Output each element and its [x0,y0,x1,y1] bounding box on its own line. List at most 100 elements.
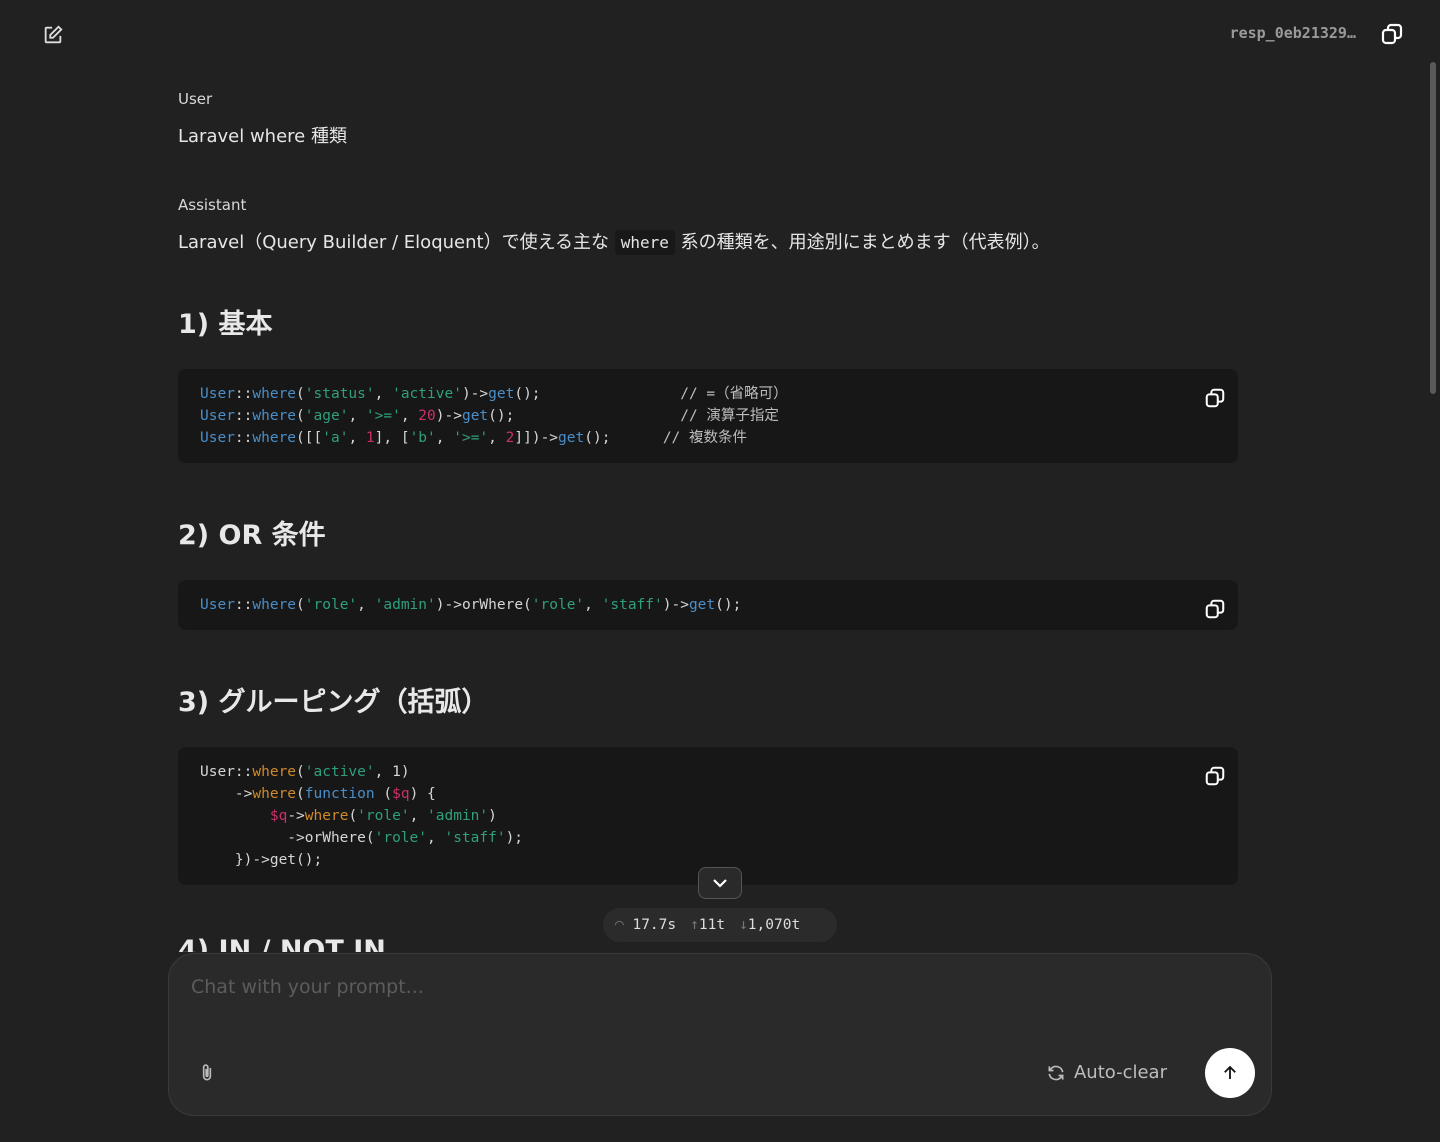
send-button[interactable] [1205,1048,1255,1098]
code-token: ( [348,808,358,824]
code-token: ); [505,830,524,846]
code-token: :: [234,430,253,446]
code-token: , [488,430,506,446]
code-block: User::where('role', 'admin')->orWhere('r… [178,580,1238,630]
code-token: 'active' [392,386,462,402]
auto-clear-label: Auto-clear [1073,1062,1167,1083]
code-token: User [200,597,235,613]
code-token: 'admin' [427,808,489,824]
stat-tokens-out: ↓1,070t [739,917,801,933]
code-token: })->get(); [200,852,323,868]
code-token: where [252,597,297,613]
new-chat-icon[interactable] [42,24,64,46]
code-token: where [252,786,297,802]
arrow-up-icon: ↑ [690,917,699,933]
code-token: get [688,597,716,613]
code-token: get [488,386,515,402]
code-token: , [435,430,454,446]
code-line: User::where('active', 1) [200,761,1216,783]
scroll-down-button[interactable] [698,867,742,899]
code-line: ->orWhere('role', 'staff'); [200,827,1216,849]
code-line: User::where([['a', 1], ['b', '>=', 2]])-… [200,427,1216,449]
code-token: ]])-> [514,430,559,446]
code-token: , [374,386,393,402]
intro-text: Laravel（Query Builder / Eloquent）で使える主な [178,232,615,253]
code-token: , [427,830,445,846]
code-token: User:: [200,764,253,780]
code-token: (); [715,597,742,613]
code-token: :: [234,386,253,402]
section-heading: 2) OR 条件 [178,520,326,551]
code-token: , 1) [374,764,410,780]
section-heading: 1) 基本 [178,309,273,340]
code-token: // 演算子指定 [680,408,779,424]
code-token: 'status' [304,386,375,402]
code-token: where [252,386,297,402]
code-token: where [304,808,349,824]
code-token: )-> [662,597,689,613]
response-id: resp_0eb21329… [1229,24,1356,42]
refresh-icon [1048,1065,1064,1080]
code-block: User::where('active', 1) ->where(functio… [178,747,1238,885]
code-token: ( [296,764,305,780]
code-token: where [252,764,297,780]
code-token: get [461,408,489,424]
code-token: :: [234,597,253,613]
code-token: )-> [435,408,462,424]
code-token: (); [584,430,663,446]
code-token: 'staff' [601,597,663,613]
prompt-input[interactable]: Chat with your prompt... [191,976,424,998]
code-token: '>=' [453,430,489,446]
code-token: (); [488,408,681,424]
role-label-user: User [178,90,213,108]
response-stats: ◠ 17.7s ↑11t ↓1,070t [603,908,837,942]
chat-composer[interactable]: Chat with your prompt... Auto-clear [168,953,1272,1116]
code-token: ) { [409,786,436,802]
copy-icon[interactable] [1380,22,1404,46]
section-heading: 3) グルーピング（括弧） [178,687,489,718]
code-token: 'role' [304,597,358,613]
intro-text: 系の種類を、用途別にまとめます（代表例）。 [674,232,1050,253]
code-token: User [200,430,235,446]
code-token: where [252,430,297,446]
paperclip-icon[interactable] [197,1062,217,1084]
code-token: (); [514,386,681,402]
auto-clear-toggle[interactable]: Auto-clear [1046,1062,1167,1083]
code-token: 20 [418,408,436,424]
code-token: )->orWhere( [435,597,532,613]
scrollbar[interactable] [1430,62,1436,394]
code-token: 'role' [374,830,427,846]
code-token: 'role' [531,597,585,613]
code-token: // 複数条件 [662,430,748,446]
code-token: $q [392,786,410,802]
code-line: ->where(function ($q) { [200,783,1216,805]
code-token: ], [ [374,430,410,446]
copy-code-icon[interactable] [1204,387,1226,409]
code-token: 'b' [409,430,436,446]
code-token: // =（省略可） [680,386,788,402]
code-token: , [400,408,419,424]
code-token: ( [296,597,305,613]
code-line: User::where('role', 'admin')->orWhere('r… [200,594,1216,616]
code-token: get [558,430,585,446]
code-token: ( [296,386,305,402]
arrow-down-icon: ↓ [739,917,748,933]
code-token: '>=' [365,408,401,424]
code-token: User [200,386,235,402]
code-token: 1 [365,430,375,446]
code-token: ( [374,786,393,802]
copy-code-icon[interactable] [1204,765,1226,787]
code-token: 'staff' [444,830,506,846]
code-token: ( [296,408,305,424]
code-token: User [200,408,235,424]
copy-code-icon[interactable] [1204,598,1226,620]
code-token: -> [200,786,253,802]
code-token: where [252,408,297,424]
code-token: , [409,808,428,824]
stat-tokens-in: ↑11t [690,917,726,933]
code-token: 'role' [357,808,410,824]
code-token: ([[ [296,430,323,446]
code-token: -> [287,808,305,824]
code-token: function [304,786,375,802]
